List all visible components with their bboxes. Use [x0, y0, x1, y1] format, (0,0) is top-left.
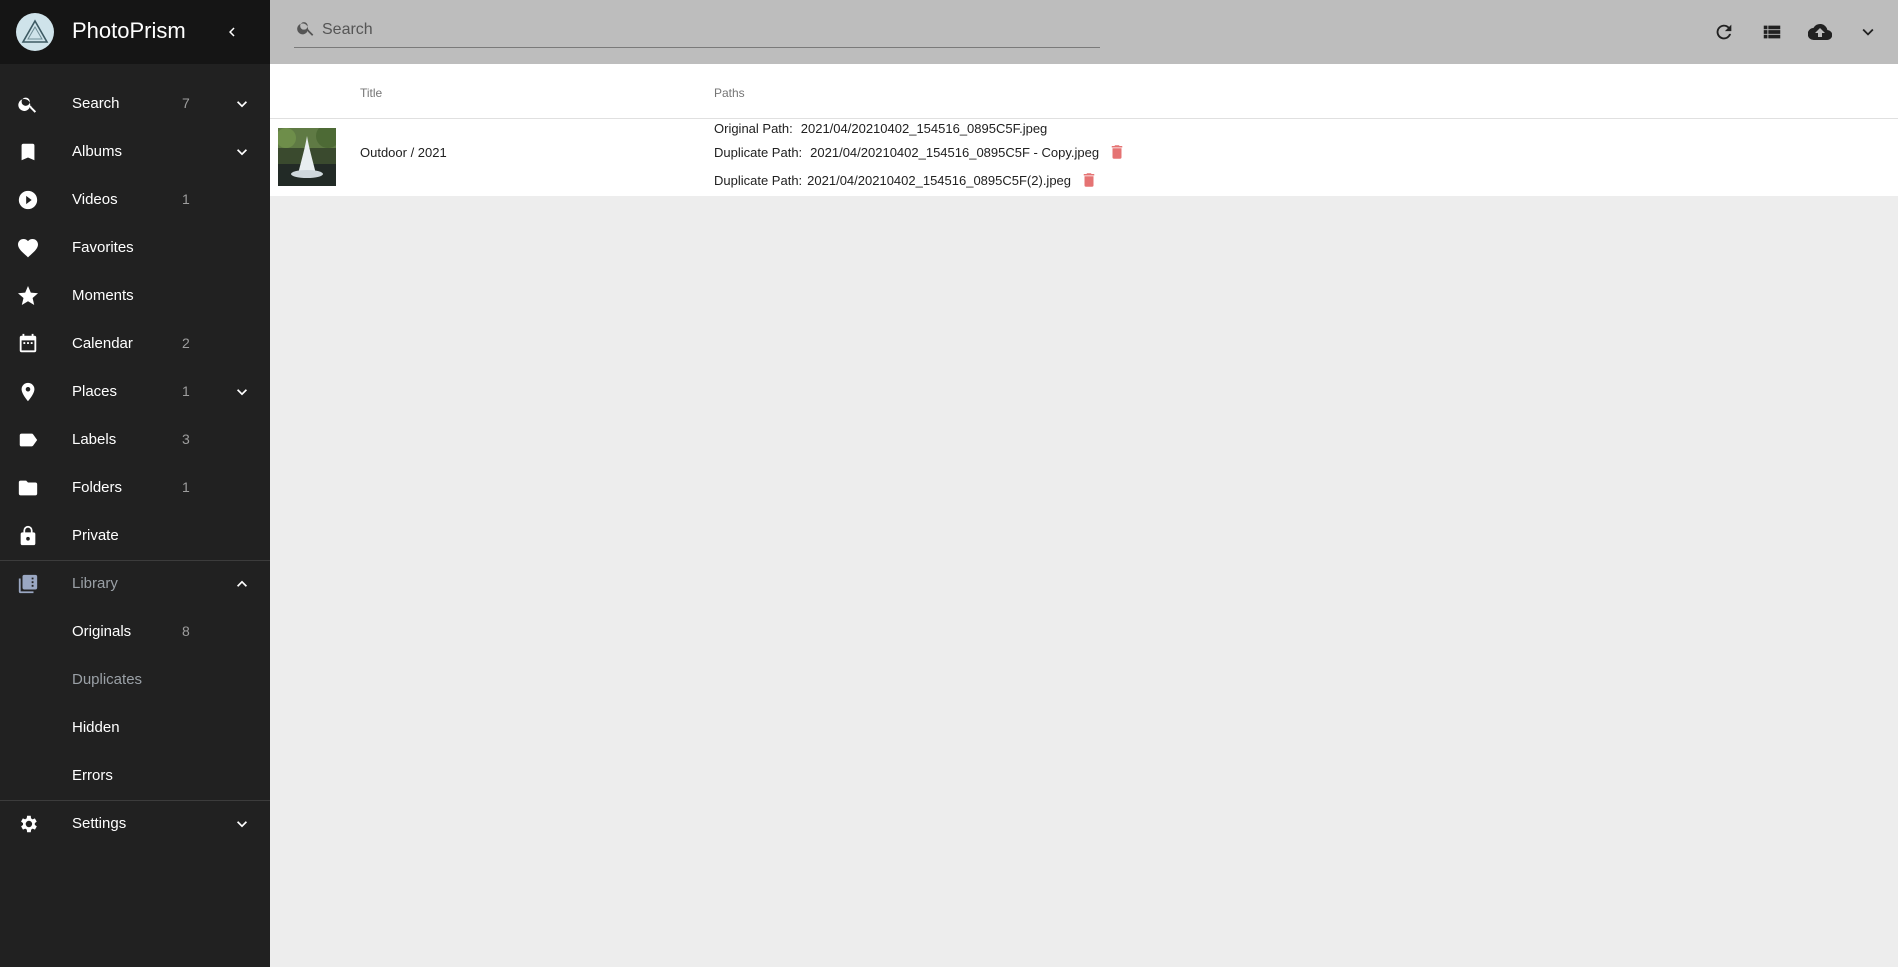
more-chevron-button[interactable] [1856, 20, 1880, 44]
sidebar-item-label: Originals [72, 623, 132, 640]
sidebar-item-label: Calendar [72, 335, 133, 352]
sidebar-item-label: Places [72, 383, 118, 400]
sidebar-item-private[interactable]: Private [0, 512, 270, 560]
row-title[interactable]: Outdoor / 2021 [360, 145, 447, 160]
sidebar-item-videos[interactable]: Videos 1 [0, 176, 270, 224]
chevron-down-icon[interactable] [230, 812, 254, 836]
sidebar-item-count: 8 [182, 623, 190, 639]
collapse-sidebar-button[interactable] [220, 20, 244, 44]
sidebar-item-label: Moments [72, 287, 134, 304]
sidebar-item-label: Videos [72, 191, 118, 208]
duplicate-path-value: 2021/04/20210402_154516_0895C5F(2).jpeg [807, 172, 1072, 188]
search-input[interactable] [322, 18, 1092, 42]
sidebar-item-library[interactable]: Library [0, 560, 270, 608]
sidebar-item-albums[interactable]: Albums [0, 128, 270, 176]
sidebar-item-duplicates[interactable]: Duplicates [0, 656, 270, 704]
sidebar-item-folders[interactable]: Folders 1 [0, 464, 270, 512]
calendar-icon [16, 332, 40, 356]
search-field[interactable] [294, 14, 1100, 48]
original-path: Original Path: 2021/04/20210402_154516_0… [714, 121, 1047, 136]
chevron-down-icon[interactable] [230, 140, 254, 164]
chevron-up-icon[interactable] [230, 572, 254, 596]
sidebar: PhotoPrism Search 7 Albums Videos 1 Favo… [0, 0, 270, 967]
sidebar-item-label: Albums [72, 143, 123, 160]
sidebar-item-labels[interactable]: Labels 3 [0, 416, 270, 464]
duplicate-path-label: Duplicate Path: [714, 172, 803, 188]
label-icon [16, 428, 40, 452]
sidebar-item-label: Favorites [72, 239, 134, 256]
duplicate-path: Duplicate Path: 2021/04/20210402_154516_… [714, 169, 1099, 191]
duplicate-path-value: 2021/04/20210402_154516_0895C5F - Copy.j… [810, 144, 1100, 160]
place-icon [16, 380, 40, 404]
column-header-title[interactable]: Title [360, 86, 382, 100]
sidebar-item-count: 1 [182, 383, 190, 399]
delete-icon[interactable] [1079, 169, 1099, 191]
duplicate-path-label: Duplicate Path: [714, 144, 803, 160]
photoprism-logo[interactable] [16, 13, 54, 51]
sidebar-item-label: Search [72, 95, 120, 112]
table-header: Title Paths [270, 64, 1898, 119]
sidebar-item-errors[interactable]: Errors [0, 752, 270, 800]
original-path-label: Original Path: [714, 121, 793, 136]
sidebar-item-favorites[interactable]: Favorites [0, 224, 270, 272]
sidebar-item-places[interactable]: Places 1 [0, 368, 270, 416]
sidebar-item-label: Settings [72, 815, 127, 832]
list-view-button[interactable] [1760, 20, 1784, 44]
search-icon [296, 18, 318, 40]
chevron-down-icon[interactable] [230, 92, 254, 116]
photo-thumbnail[interactable] [278, 128, 336, 186]
sidebar-item-label: Folders [72, 479, 123, 496]
sidebar-item-settings[interactable]: Settings [0, 800, 270, 848]
refresh-button[interactable] [1712, 20, 1736, 44]
sidebar-item-count: 1 [182, 479, 190, 495]
heart-icon [16, 236, 40, 260]
bookmark-icon [16, 140, 40, 164]
topbar [270, 0, 1898, 64]
sidebar-item-hidden[interactable]: Hidden [0, 704, 270, 752]
search-icon [16, 92, 40, 116]
sidebar-item-search[interactable]: Search 7 [0, 80, 270, 128]
sidebar-item-originals[interactable]: Originals 8 [0, 608, 270, 656]
app-title: PhotoPrism [72, 18, 186, 43]
sidebar-item-label: Library [72, 575, 118, 592]
folder-icon [16, 476, 40, 500]
delete-icon[interactable] [1107, 141, 1127, 163]
sidebar-item-moments[interactable]: Moments [0, 272, 270, 320]
sidebar-item-label: Errors [72, 767, 113, 784]
film-library-icon [16, 572, 40, 596]
sidebar-item-label: Labels [72, 431, 117, 448]
sidebar-item-count: 2 [182, 335, 190, 351]
sidebar-item-count: 1 [182, 191, 190, 207]
lock-icon [16, 524, 40, 548]
brand-header: PhotoPrism [0, 0, 270, 64]
duplicates-table: Title Paths Outdoor / 2021 Original Path… [270, 64, 1898, 196]
sidebar-item-count: 7 [182, 95, 190, 111]
sidebar-item-label: Private [72, 527, 119, 544]
table-row[interactable]: Outdoor / 2021 Original Path: 2021/04/20… [270, 119, 1898, 196]
sidebar-item-label: Duplicates [72, 671, 143, 688]
gear-icon [16, 812, 40, 836]
upload-button[interactable] [1808, 20, 1832, 44]
original-path-value: 2021/04/20210402_154516_0895C5F.jpeg [800, 121, 1048, 136]
sidebar-item-label: Hidden [72, 719, 120, 736]
play-circle-icon [16, 188, 40, 212]
column-header-paths: Paths [714, 86, 745, 100]
star-icon [16, 284, 40, 308]
sidebar-item-calendar[interactable]: Calendar 2 [0, 320, 270, 368]
chevron-down-icon[interactable] [230, 380, 254, 404]
duplicate-path: Duplicate Path: 2021/04/20210402_154516_… [714, 141, 1127, 163]
sidebar-item-count: 3 [182, 431, 190, 447]
